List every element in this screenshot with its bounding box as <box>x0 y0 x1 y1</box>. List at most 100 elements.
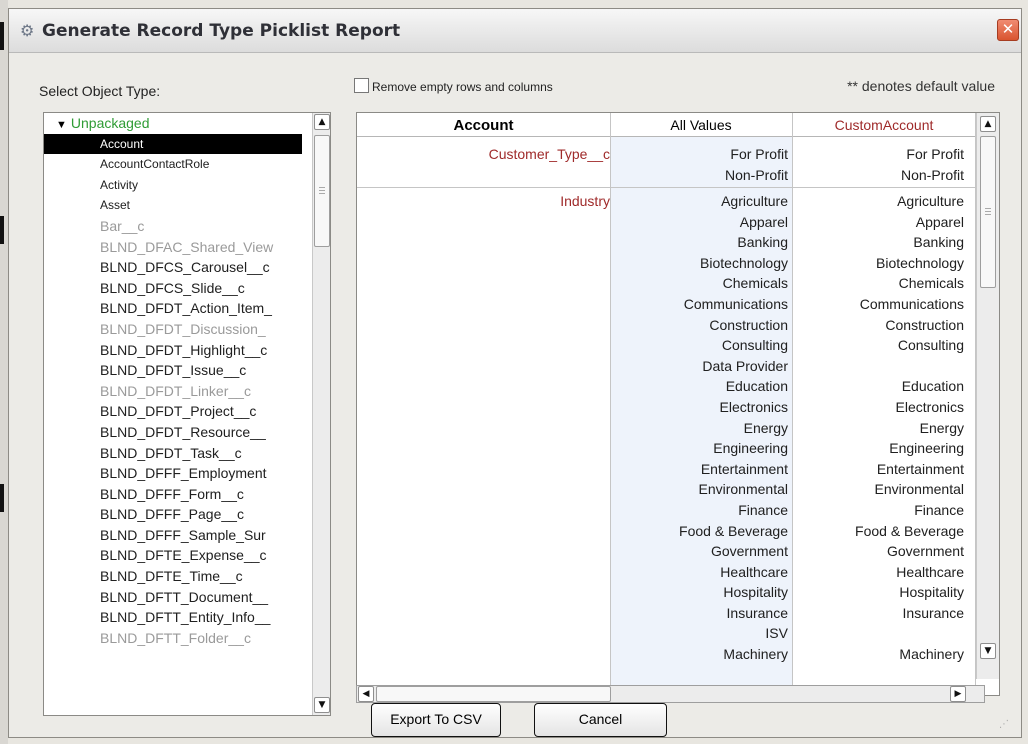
picklist-value: Energy <box>743 419 788 436</box>
picklist-value: Agriculture <box>721 193 788 209</box>
picklist-value: Government <box>710 543 788 560</box>
scroll-left-button[interactable]: ◀ <box>358 686 374 702</box>
object-type-item[interactable]: BLND_DFFF_Form__c <box>44 484 312 505</box>
expand-triangle-icon[interactable]: ▼ <box>56 119 67 131</box>
picklist-value: Environmental <box>698 481 789 498</box>
object-type-item[interactable]: BLND_DFTE_Time__c <box>44 566 312 587</box>
scroll-up-button[interactable]: ▲ <box>980 116 996 132</box>
picklist-value: Agriculture <box>897 193 964 209</box>
object-type-item[interactable]: BLND_DFTE_Expense__c <box>44 545 312 566</box>
picklist-value: Healthcare <box>896 563 964 580</box>
picklist-value: Hospitality <box>723 584 788 601</box>
object-type-item[interactable]: BLND_DFDT_Project__c <box>44 401 312 422</box>
picklist-value: Communications <box>859 295 964 312</box>
grid-horizontal-scrollbar[interactable]: ◀ ▶ <box>356 685 985 703</box>
object-type-item[interactable]: BLND_DFFF_Page__c <box>44 504 312 525</box>
object-type-item[interactable]: Activity <box>44 175 312 196</box>
object-type-item[interactable]: Account <box>44 133 302 155</box>
object-type-item[interactable]: BLND_DFCS_Slide__c <box>44 278 312 299</box>
object-type-item[interactable]: BLND_DFDT_Issue__c <box>44 360 312 381</box>
object-type-item[interactable]: BLND_DFDT_Resource__ <box>44 422 312 443</box>
background-window-mark <box>0 216 4 244</box>
picklist-value: Education <box>725 378 788 395</box>
resize-grip-icon[interactable]: ⋰ <box>999 719 1013 733</box>
tree-node-unpackaged[interactable]: ▼ Unpackaged <box>44 113 312 134</box>
object-type-item[interactable]: BLND_DFTT_Document__ <box>44 587 312 608</box>
picklist-value: For Profit <box>906 146 964 162</box>
field-name-customer-type: Customer_Type__c <box>488 146 610 162</box>
picklist-value: Engineering <box>713 440 788 457</box>
object-type-item[interactable]: Asset <box>44 195 312 216</box>
picklist-value: Non-Profit <box>900 166 964 183</box>
picklist-value: Chemicals <box>898 275 964 292</box>
picklist-value: Apparel <box>739 213 788 230</box>
remove-empty-checkbox[interactable] <box>354 78 369 93</box>
tree-root-label: Unpackaged <box>70 115 150 131</box>
default-value-note: ** denotes default value <box>847 78 995 94</box>
picklist-value: Non-Profit <box>724 166 788 183</box>
scrollbar-thumb[interactable] <box>314 135 330 247</box>
picklist-value: For Profit <box>730 146 788 162</box>
cancel-button[interactable]: Cancel <box>534 703 667 737</box>
picklist-value: Consulting <box>897 337 964 354</box>
grid-header-row: Account All Values CustomAccount <box>357 113 975 137</box>
object-type-item[interactable]: BLND_DFDT_Discussion_ <box>44 319 312 340</box>
object-type-item[interactable]: BLND_DFDT_Task__c <box>44 443 312 464</box>
object-type-tree[interactable]: ▼ Unpackaged Account AccountContactRole Act… <box>43 112 331 716</box>
picklist-report-dialog: ⚙ Generate Record Type Picklist Report ✕… <box>8 8 1022 738</box>
picklist-value: Electronics <box>719 398 788 415</box>
column-divider <box>792 113 793 695</box>
object-type-item[interactable]: BLND_DFFF_Employment <box>44 463 312 484</box>
picklist-value: Insurance <box>902 604 964 621</box>
close-button[interactable]: ✕ <box>997 19 1019 41</box>
scroll-right-button[interactable]: ▶ <box>950 686 966 702</box>
object-type-item[interactable]: Bar__c <box>44 216 312 237</box>
picklist-value: Data Provider <box>702 357 788 374</box>
picklist-value: Machinery <box>899 646 964 663</box>
remove-empty-label[interactable]: Remove empty rows and columns <box>372 80 553 94</box>
custom-values-industry: Agriculture Apparel Banking Biotechnology Ch… <box>794 191 964 665</box>
picklist-value: Consulting <box>721 337 788 354</box>
picklist-value: Finance <box>738 501 788 518</box>
background-window-mark <box>0 22 4 50</box>
object-type-item[interactable]: BLND_DFTT_Folder__c <box>44 628 312 649</box>
field-name-industry: Industry <box>560 193 610 209</box>
object-type-item[interactable]: BLND_DFDT_Linker__c <box>44 381 312 402</box>
picklist-value: Apparel <box>915 213 964 230</box>
object-type-item[interactable]: BLND_DFFF_Sample_Sur <box>44 525 312 546</box>
picklist-value: Banking <box>737 234 788 251</box>
picklist-value: Insurance <box>726 604 788 621</box>
grid-vertical-scrollbar[interactable]: ▲ ▼ <box>976 113 999 679</box>
picklist-value: Food & Beverage <box>679 522 788 539</box>
picklist-value <box>794 623 964 644</box>
picklist-value: Communications <box>683 295 788 312</box>
scroll-down-button[interactable]: ▼ <box>980 643 996 659</box>
all-values-customer-type: For Profit Non-Profit <box>610 144 788 185</box>
object-type-item[interactable]: BLND_DFDT_Highlight__c <box>44 340 312 361</box>
dialog-title: Generate Record Type Picklist Report <box>42 21 401 41</box>
scroll-up-button[interactable]: ▲ <box>314 114 330 130</box>
export-to-csv-button[interactable]: Export To CSV <box>371 703 501 737</box>
picklist-value: Food & Beverage <box>855 522 964 539</box>
object-type-item[interactable]: BLND_DFTT_Entity_Info__ <box>44 607 312 628</box>
close-icon: ✕ <box>1001 20 1015 38</box>
picklist-value: Environmental <box>874 481 965 498</box>
object-type-item[interactable]: BLND_DFCS_Carousel__c <box>44 257 312 278</box>
horizontal-scrollbar-thumb[interactable] <box>376 686 611 702</box>
tree-vertical-scrollbar[interactable]: ▲ ▼ <box>312 113 330 715</box>
picklist-value: Hospitality <box>899 584 964 601</box>
row-divider <box>357 187 975 188</box>
scroll-down-button[interactable]: ▼ <box>314 697 330 713</box>
gear-icon: ⚙ <box>20 21 35 40</box>
scrollbar-thumb[interactable] <box>980 136 996 288</box>
title-bar[interactable]: ⚙ Generate Record Type Picklist Report ✕ <box>9 9 1021 53</box>
picklist-value: Electronics <box>895 398 964 415</box>
picklist-value: Engineering <box>889 440 964 457</box>
object-type-item[interactable]: BLND_DFAC_Shared_View <box>44 237 312 258</box>
picklist-value: Energy <box>919 419 964 436</box>
picklist-value: ISV <box>765 625 788 642</box>
picklist-value: Construction <box>709 316 788 333</box>
picklist-value: Construction <box>885 316 964 333</box>
object-type-item[interactable]: AccountContactRole <box>44 154 312 175</box>
object-type-item[interactable]: BLND_DFDT_Action_Item_ <box>44 298 312 319</box>
